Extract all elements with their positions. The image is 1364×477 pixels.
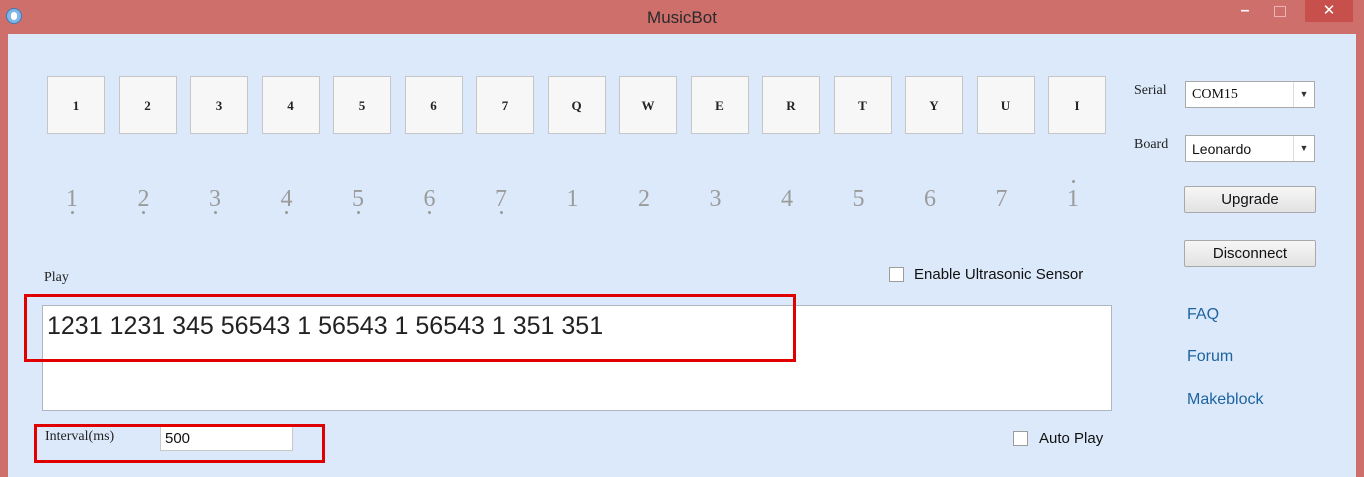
note-digit: 2 [638, 186, 650, 212]
faq-link[interactable]: FAQ [1187, 306, 1219, 324]
dropdown-arrow-icon[interactable]: ▼ [1293, 136, 1314, 161]
dropdown-arrow-icon[interactable]: ▼ [1293, 82, 1314, 107]
note-digit: 3 [709, 186, 722, 212]
note-digit: 6 [924, 186, 936, 212]
sequence-highlight-box [24, 294, 796, 362]
note-digit: 2 [137, 186, 150, 212]
minimize-button[interactable]: – [1230, 0, 1260, 22]
note-label: 4 [267, 186, 307, 214]
high-octave-dot [1072, 180, 1075, 183]
note-digit: 5 [852, 186, 865, 212]
maximize-button[interactable] [1265, 0, 1295, 22]
note-digit: 4 [781, 186, 793, 212]
play-label: Play [44, 270, 69, 285]
note-label: 1 [553, 186, 593, 213]
serial-label: Serial [1134, 83, 1167, 98]
key-button[interactable]: W [619, 76, 677, 134]
note-label: 2 [124, 186, 164, 214]
window-title: MusicBot [647, 8, 717, 27]
key-button[interactable]: R [762, 76, 820, 134]
key-button[interactable]: Y [905, 76, 963, 134]
note-label: 2 [624, 186, 664, 213]
key-button[interactable]: 2 [118, 76, 177, 134]
note-label: 1 [1053, 180, 1093, 213]
serial-value: COM15 [1192, 87, 1238, 102]
note-label: 7 [481, 186, 521, 214]
note-digit: 5 [352, 186, 364, 212]
maximize-icon [1274, 6, 1286, 17]
note-label: 6 [910, 186, 950, 213]
note-label: 5 [338, 186, 378, 214]
note-label: 7 [982, 186, 1022, 213]
note-label: 4 [767, 186, 807, 213]
title-bar[interactable]: MusicBot – ✕ [0, 0, 1364, 34]
note-digit: 1 [566, 186, 579, 212]
key-button[interactable]: 7 [476, 76, 534, 134]
note-label: 6 [410, 186, 450, 214]
note-label: 1 [52, 186, 92, 214]
note-digit: 1 [1067, 186, 1079, 212]
key-button[interactable]: 6 [404, 76, 463, 134]
interval-highlight-box [34, 424, 325, 463]
key-button[interactable]: T [833, 76, 892, 134]
board-select[interactable]: Leonardo ▼ [1185, 135, 1315, 162]
board-label: Board [1134, 137, 1169, 152]
board-value: Leonardo [1192, 141, 1252, 157]
key-button[interactable]: U [976, 76, 1035, 134]
disconnect-button[interactable]: Disconnect [1184, 240, 1316, 267]
note-digit: 7 [995, 186, 1008, 212]
ultrasonic-checkbox[interactable] [889, 267, 904, 282]
forum-link[interactable]: Forum [1187, 348, 1233, 366]
key-button[interactable]: 1 [47, 76, 105, 134]
key-button[interactable]: 4 [261, 76, 320, 134]
close-button[interactable]: ✕ [1305, 0, 1353, 22]
key-button[interactable]: Q [547, 76, 606, 134]
note-digit: 4 [280, 186, 293, 212]
note-label: 3 [195, 186, 235, 214]
upgrade-button[interactable]: Upgrade [1184, 186, 1316, 213]
note-digit: 3 [209, 186, 221, 212]
note-label: 5 [839, 186, 879, 213]
makeblock-link[interactable]: Makeblock [1187, 391, 1263, 409]
ultrasonic-label: Enable Ultrasonic Sensor [914, 266, 1084, 283]
key-button[interactable]: E [690, 76, 749, 134]
serial-select[interactable]: COM15 ▼ [1185, 81, 1315, 108]
autoplay-label: Auto Play [1039, 430, 1104, 447]
key-button[interactable]: I [1048, 76, 1106, 134]
autoplay-checkbox[interactable] [1013, 431, 1028, 446]
key-button[interactable]: 5 [333, 76, 391, 134]
note-digit: 1 [66, 186, 78, 212]
note-digit: 6 [423, 186, 436, 212]
key-button[interactable]: 3 [190, 76, 248, 134]
note-label: 3 [696, 186, 736, 213]
note-digit: 7 [495, 186, 507, 212]
